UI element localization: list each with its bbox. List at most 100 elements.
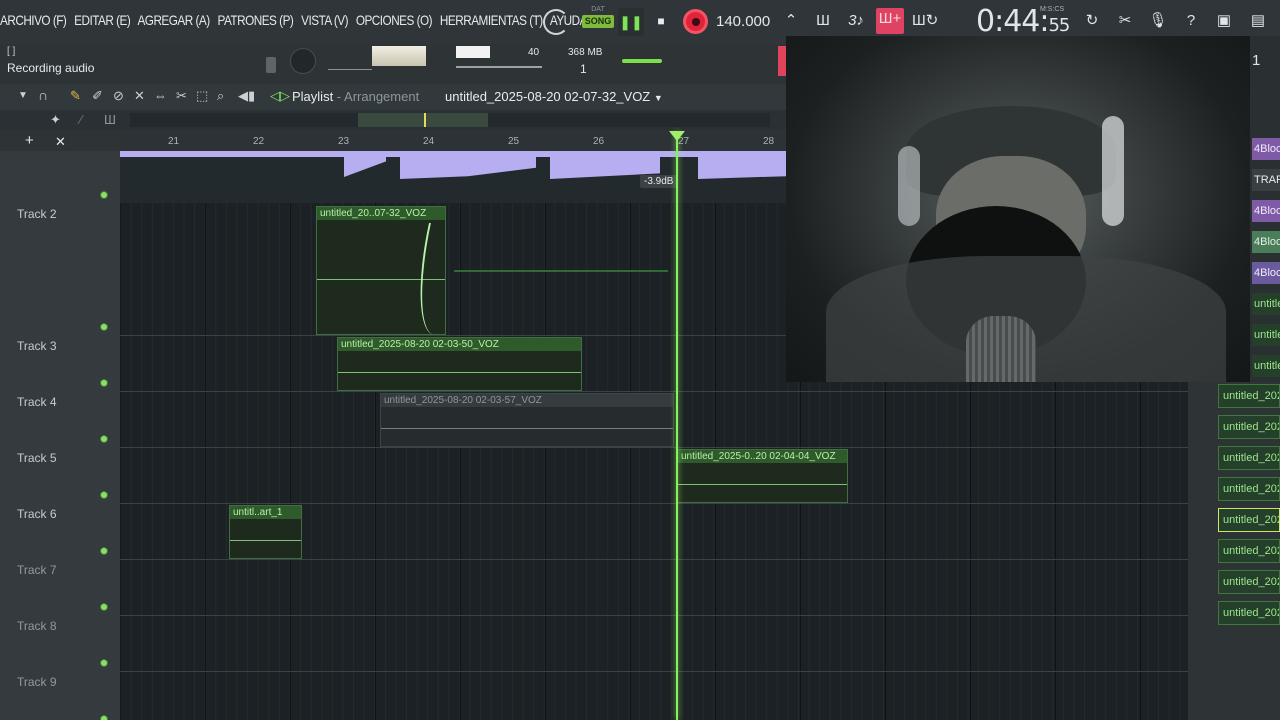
track-label-7[interactable]: Track 7 bbox=[17, 563, 57, 577]
record-button[interactable] bbox=[683, 9, 708, 34]
playlist-menu-arrow-icon[interactable]: ▼ bbox=[18, 90, 28, 101]
pattern-selector[interactable]: untitled_2025-08-20 02-07-32_VOZ ▼ bbox=[445, 89, 663, 104]
track-label-6[interactable]: Track 6 bbox=[17, 507, 57, 521]
cpu-wave bbox=[456, 66, 542, 68]
mute-tool-icon[interactable]: ✕ bbox=[134, 88, 145, 104]
track-divider bbox=[120, 559, 1188, 560]
snap-icon[interactable]: ✦ bbox=[50, 112, 61, 128]
track-3-enable-led[interactable] bbox=[100, 379, 108, 387]
playback-tool-icon[interactable]: ◀▮ bbox=[238, 88, 255, 104]
stamp-icon[interactable]: Ш bbox=[104, 112, 116, 127]
track-label-8[interactable]: Track 8 bbox=[17, 619, 57, 633]
picker-item[interactable]: untitled_202 bbox=[1252, 324, 1280, 346]
playlist-scroll-row: ✦ ⁄ Ш bbox=[0, 110, 786, 130]
track-6-enable-led[interactable] bbox=[100, 547, 108, 555]
zoom-tool-icon[interactable]: ⌕ bbox=[217, 88, 224, 104]
horizontal-scrollbar[interactable] bbox=[130, 113, 770, 127]
add-track-icon[interactable]: + bbox=[25, 132, 34, 149]
playhead[interactable] bbox=[676, 131, 678, 720]
picker-top-number: 1 bbox=[1252, 52, 1261, 69]
stop-button[interactable]: ■ bbox=[652, 12, 670, 30]
audio-clip[interactable]: untitled_2025-08-20 02-03-50_VOZ bbox=[337, 337, 582, 391]
audio-clip[interactable]: untitl..art_1 bbox=[229, 505, 302, 559]
wait-input-icon[interactable]: Ш bbox=[812, 10, 834, 32]
hint-bar-top: [ ] bbox=[7, 46, 16, 57]
track-label-5[interactable]: Track 5 bbox=[17, 451, 57, 465]
picker-audio-item[interactable]: untitled_202 bbox=[1218, 539, 1280, 563]
picker-item[interactable]: 4Bloc bbox=[1252, 138, 1280, 160]
track-divider bbox=[120, 447, 1188, 448]
countdown-icon[interactable]: 3♪ bbox=[845, 10, 867, 32]
ruler-tick-22: 22 bbox=[253, 136, 265, 147]
tempo-display[interactable]: 140.000 bbox=[716, 13, 770, 30]
plugin-icon[interactable]: ▤ bbox=[1247, 10, 1269, 32]
time-ruler[interactable]: 21 22 23 24 25 26 27 28 bbox=[120, 131, 786, 151]
magnet-icon[interactable]: ∩ bbox=[38, 87, 48, 103]
pencil-tool-icon[interactable]: ✎ bbox=[70, 88, 81, 104]
master-pitch-slider[interactable] bbox=[266, 57, 276, 73]
pattern-song-toggle[interactable]: DAT SONG bbox=[582, 6, 614, 36]
red-edge-tab[interactable] bbox=[778, 46, 786, 76]
output-level-bar bbox=[622, 59, 662, 63]
menu-vista[interactable]: VISTA (V) bbox=[301, 12, 348, 28]
delete-tool-icon[interactable]: ⊘ bbox=[113, 88, 124, 104]
menu-opciones[interactable]: OPCIONES (O) bbox=[356, 12, 433, 28]
master-volume-knob[interactable] bbox=[290, 48, 316, 74]
menu-agregar[interactable]: AGREGAR (A) bbox=[137, 12, 210, 28]
picker-audio-item[interactable]: untitled_202 bbox=[1218, 570, 1280, 594]
slip-tool-icon[interactable]: ⇔ bbox=[154, 88, 167, 103]
picker-audio-item[interactable]: untitled_202 bbox=[1218, 415, 1280, 439]
microphone-icon[interactable]: 🎙 bbox=[1147, 10, 1169, 32]
arrangement-arrows-icon[interactable]: ◁▷ bbox=[270, 88, 290, 104]
track-7-enable-led[interactable] bbox=[100, 603, 108, 611]
track-9-enable-led[interactable] bbox=[100, 715, 108, 720]
picker-audio-item[interactable]: untitled_202 bbox=[1218, 384, 1280, 408]
master-db-readout: -3.9dB bbox=[640, 175, 678, 188]
pause-button[interactable]: ❚❚ bbox=[618, 8, 644, 36]
picker-item[interactable]: 4Bloc bbox=[1252, 200, 1280, 222]
picker-item[interactable]: TRAP + bbox=[1252, 169, 1280, 191]
picker-item[interactable]: untitled_202 bbox=[1252, 293, 1280, 315]
menu-editar[interactable]: EDITAR (E) bbox=[74, 12, 131, 28]
picker-audio-item[interactable]: untitled_202 bbox=[1218, 477, 1280, 501]
picker-item[interactable]: 4Bloc bbox=[1252, 262, 1280, 284]
audio-clip[interactable]: untitled_2025-0..20 02-04-04_VOZ bbox=[677, 449, 848, 503]
paint-tool-icon[interactable]: ✐ bbox=[92, 88, 103, 104]
save-icon[interactable]: ▣ bbox=[1213, 10, 1235, 32]
picker-item[interactable]: 4Bloc bbox=[1252, 231, 1280, 253]
scrollbar-thumb[interactable] bbox=[358, 113, 488, 127]
track-label-9[interactable]: Track 9 bbox=[17, 675, 57, 689]
picker-item[interactable]: untitled_202 bbox=[1252, 355, 1280, 377]
track-4-enable-led[interactable] bbox=[100, 435, 108, 443]
track-label-3[interactable]: Track 3 bbox=[17, 339, 57, 353]
help-icon[interactable]: ? bbox=[1180, 10, 1202, 32]
close-track-icon[interactable]: ✕ bbox=[55, 134, 66, 150]
select-tool-icon[interactable]: ⬚ bbox=[196, 88, 208, 104]
voice-count: 1 bbox=[580, 62, 587, 76]
undo-icon[interactable]: ↻ bbox=[1081, 10, 1103, 32]
loop-record-icon[interactable]: Ш↻ bbox=[912, 10, 938, 32]
audio-clip[interactable]: untitled_20..07-32_VOZ bbox=[316, 206, 446, 335]
track-2-enable-led[interactable] bbox=[100, 323, 108, 331]
chevron-down-icon: ▼ bbox=[653, 93, 663, 103]
track-label-4[interactable]: Track 4 bbox=[17, 395, 57, 409]
track-8-enable-led[interactable] bbox=[100, 659, 108, 667]
muted-audio-clip[interactable]: untitled_2025-08-20 02-03-57_VOZ bbox=[380, 393, 674, 447]
track-5-enable-led[interactable] bbox=[100, 491, 108, 499]
cut-icon[interactable]: ✂ bbox=[1114, 10, 1136, 32]
menu-archivo[interactable]: ARCHIVO (F) bbox=[0, 12, 67, 28]
menu-herramientas[interactable]: HERRAMIENTAS (T) bbox=[440, 12, 543, 28]
picker-audio-item-selected[interactable]: untitled_202 bbox=[1218, 508, 1280, 532]
playlist-arrangement[interactable]: Arrangement bbox=[344, 89, 419, 104]
menu-patrones[interactable]: PATRONES (P) bbox=[217, 12, 293, 28]
picker-audio-item[interactable]: untitled_202 bbox=[1218, 446, 1280, 470]
slice-tool-icon[interactable]: ✂ bbox=[176, 88, 187, 104]
master-track-enable-led[interactable] bbox=[100, 191, 108, 199]
link-icon[interactable]: ⁄ bbox=[80, 112, 82, 127]
track-label-2[interactable]: Track 2 bbox=[17, 207, 57, 221]
record-blend-icon[interactable]: Ш+ bbox=[876, 8, 904, 34]
metronome-icon[interactable]: ⌃ bbox=[780, 10, 802, 32]
loop-icon[interactable] bbox=[543, 9, 569, 35]
picker-audio-item[interactable]: untitled_202 bbox=[1218, 601, 1280, 625]
playhead-marker-icon[interactable] bbox=[669, 131, 685, 141]
